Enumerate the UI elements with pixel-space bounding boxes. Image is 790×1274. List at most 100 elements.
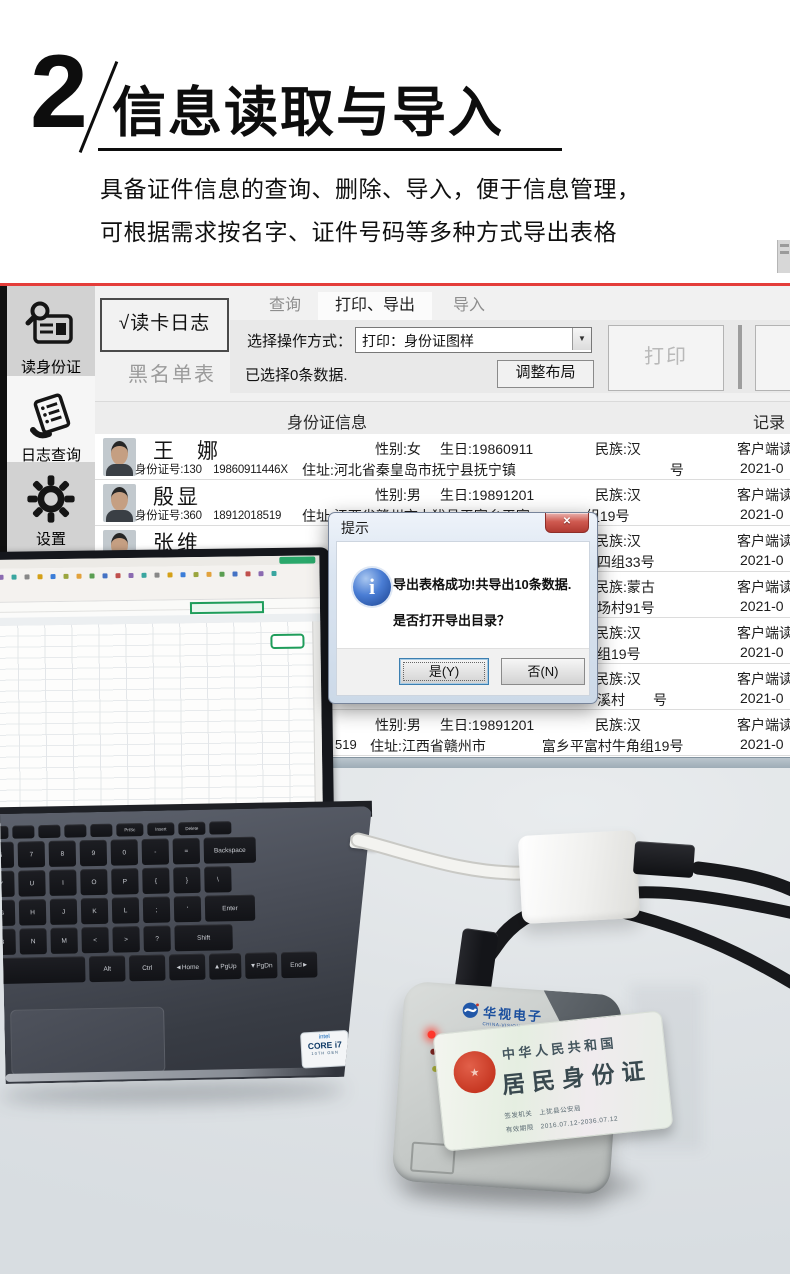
key: N [19,928,47,955]
key: Alt [89,955,126,982]
address-fragment: 溪村 号 [597,690,667,710]
key: > [112,926,140,953]
excel-scrollbar [312,621,323,804]
table-row[interactable]: 王娜 性别:女 生日:19860911 民族:汉 客户端读 身份证号:130 1… [95,434,790,480]
usb-hub-adapter [518,830,640,924]
id-card-search-icon [23,300,79,354]
col-record: 记录 [753,409,785,433]
record-time-field: 2021-0 [740,690,784,706]
tab-print-export[interactable]: 打印、导出 [318,292,432,320]
record-time-field: 2021-0 [740,736,784,752]
china-vision-logo-icon [461,1001,480,1020]
key: } [173,867,201,894]
key: 7 [18,841,46,868]
key: ; [143,896,171,923]
client-field: 客户端读 [737,439,790,459]
key: 0 [111,839,139,866]
birthday-field: 生日:19891201 [440,485,534,505]
key [12,825,34,838]
key: ' [174,896,202,923]
title-underline [98,148,562,151]
record-time-field: 2021-0 [740,506,784,522]
dialog-title: 提示 [341,518,369,538]
blacklist-button[interactable]: 黑名单表 [128,358,216,387]
gender-field: 性别:男 [375,485,421,505]
id-number-field: 身份证号:360 18912018519 [135,507,281,523]
key: I [49,869,77,896]
touchpad [10,1007,165,1076]
key: ? [143,925,171,952]
key: J [50,898,78,925]
gender-field: 性别:女 [375,439,421,459]
section-desc-line2: 可根据需求按名字、证件号码等多种方式导出表格 [100,213,617,247]
national-emblem-icon: ★ [452,1049,498,1095]
operation-dropdown[interactable]: 打印：身份证图样 ▼ [355,327,592,353]
address-fragment: 场村91号 [597,598,655,618]
id-photo [103,484,136,522]
print-button[interactable]: 打印 [608,325,724,391]
sidebar-label: 设置 [7,528,95,549]
key: Shift [174,924,233,951]
key: = [173,838,201,865]
gear-icon [23,472,79,526]
key: K [81,898,109,925]
tab-query[interactable]: 查询 [255,292,315,320]
usbc-connector [349,835,378,851]
col-id-info: 身份证信息 [287,409,367,433]
record-time-field: 2021-0 [740,598,784,614]
selected-count: 已选择0条数据. [245,364,348,385]
chevron-down-icon[interactable]: ▼ [572,328,591,350]
address-fragment: 组19号 [597,644,641,664]
sidebar-label: 读身份证 [7,356,95,377]
key: Backspace [204,837,257,864]
dialog-footer: 是(Y) 否(N) [337,648,589,695]
key: G [0,900,15,927]
key: ▼PgDn [245,952,278,979]
sidebar-label: 日志查询 [7,444,95,465]
client-field: 客户端读 [737,485,790,505]
panel-divider [738,325,742,389]
key: 8 [49,840,77,867]
tab-import[interactable]: 导入 [437,292,501,320]
no-button[interactable]: 否(N) [501,658,585,685]
usb-plug [633,841,695,878]
id-photo [103,438,136,476]
intel-sticker: intel CORE i7 10TH GEN [300,1030,350,1069]
key: PrtSc [116,823,143,837]
key [0,956,86,984]
gender-field: 性别:男 [375,715,421,735]
close-icon[interactable]: ✕ [545,513,589,533]
sidebar-item-settings[interactable]: 设置 [7,464,95,548]
address-field: 住址:河北省秦皇岛市抚宁县抚宁镇 号 [302,460,684,480]
key: P [111,868,139,895]
ethnic-field: 民族:汉 [595,623,641,643]
yes-button[interactable]: 是(Y) [399,658,489,685]
adjust-layout-button[interactable]: 调整布局 [497,360,594,388]
sidebar-item-read-id[interactable]: 读身份证 [7,292,95,376]
dialog-message-1: 导出表格成功!共导出10条数据. [393,574,571,593]
partial-button[interactable] [755,325,790,391]
excel-name-box [190,601,264,614]
key: L [112,897,140,924]
table-header: 身份证信息 记录 [95,401,790,436]
ethnic-field: 民族:汉 [595,485,641,505]
key: End► [281,951,318,978]
scrollbar-fragment[interactable] [777,240,790,273]
excel-selected-cell [270,634,304,649]
export-success-dialog: 提示 ✕ i 导出表格成功!共导出10条数据. 是否打开导出目录？ 是(Y) 否… [328,512,598,704]
excel-grid [0,621,316,809]
read-card-log-button[interactable]: √读卡日志 [100,298,229,352]
dialog-body: i 导出表格成功!共导出10条数据. 是否打开导出目录？ 是(Y) 否(N) [336,541,590,696]
key: ▲PgUp [209,953,242,980]
client-field: 客户端读 [737,669,790,689]
key: 6 [0,842,14,869]
key [0,826,9,839]
id-card: ★ 中华人民共和国 居民身份证 签发机关 上犹县公安局 有效期限 2016.07… [432,1010,673,1151]
key: M [50,927,78,954]
key: O [80,869,108,896]
key: U [18,870,46,897]
sidebar-item-log-query[interactable]: 日志查询 [7,376,95,462]
ethnic-field: 民族:汉 [595,439,641,459]
key: Y [0,871,15,898]
key: \ [204,866,232,893]
